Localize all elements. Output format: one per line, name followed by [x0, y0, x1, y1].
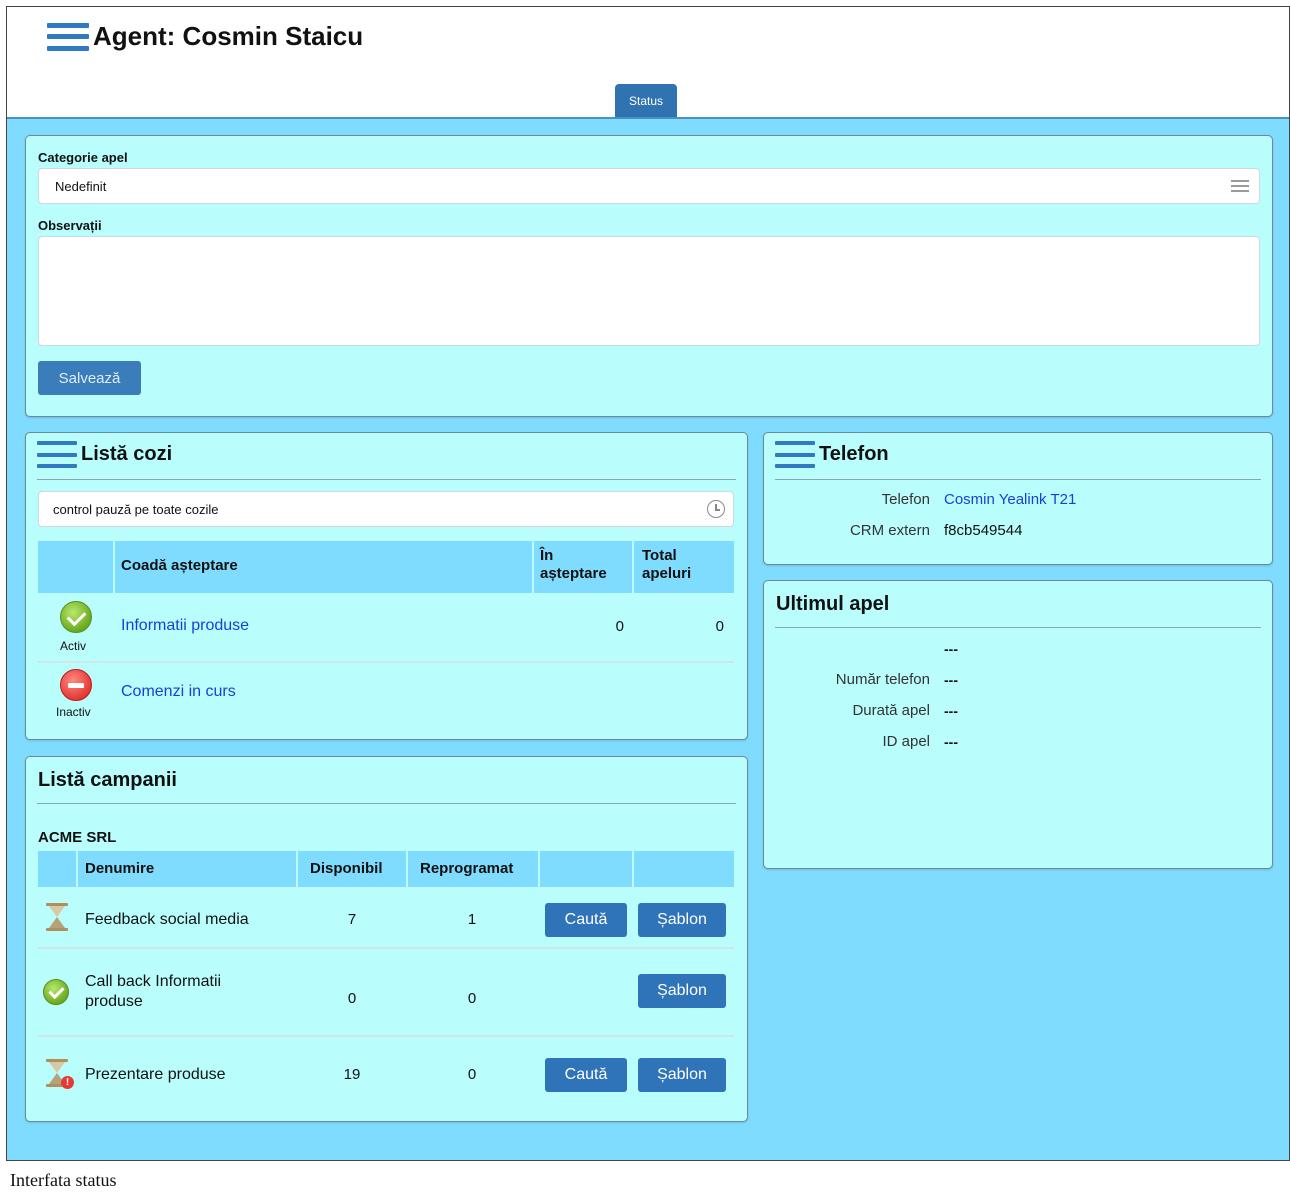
- queue-state: Inactiv: [56, 705, 91, 719]
- campaigns-panel: Listă campanii ACME SRL Denumire Disponi…: [25, 756, 748, 1122]
- category-value: Nedefinit: [55, 179, 107, 194]
- campaign-rescheduled: 0: [467, 990, 477, 1007]
- queue-state: Activ: [60, 639, 87, 653]
- crm-value: f8cb549544: [944, 522, 1023, 539]
- campaign-name: Prezentare produse: [85, 1066, 226, 1083]
- col-total-1: Total: [642, 547, 677, 564]
- col-waiting-2: așteptare: [540, 565, 607, 582]
- queues-title: Listă cozi: [81, 443, 173, 465]
- phone-panel: Telefon Telefon Cosmin Yealink T21 CRM e…: [763, 432, 1273, 565]
- last-call-panel: Ultimul apel --- Număr telefon --- Durat…: [763, 580, 1273, 869]
- queue-link[interactable]: Comenzi in curs: [121, 683, 236, 701]
- save-button[interactable]: Salvează: [38, 361, 141, 395]
- phone-title: Telefon: [819, 443, 889, 465]
- list-icon: [1231, 180, 1249, 192]
- menu-icon[interactable]: [37, 441, 77, 468]
- duration-value: ---: [944, 703, 958, 719]
- col-waiting-1: În: [540, 547, 554, 564]
- notes-textarea[interactable]: [38, 236, 1260, 346]
- campaign-rescheduled: 1: [467, 911, 477, 928]
- check-circle-icon: [43, 979, 69, 1005]
- id-key: ID apel: [882, 733, 930, 750]
- menu-icon[interactable]: [47, 22, 89, 51]
- category-label: Categorie apel: [38, 150, 128, 165]
- page-title: Agent: Cosmin Staicu: [93, 21, 364, 51]
- queue-row: Activ Informatii produse 0 0: [38, 593, 734, 661]
- notes-label: Observații: [38, 218, 102, 233]
- phone-key: Telefon: [881, 491, 930, 508]
- divider: [775, 479, 1261, 480]
- check-circle-icon[interactable]: [60, 601, 92, 633]
- campaign-name-line2: produse: [85, 993, 143, 1010]
- last-call-value: ---: [944, 641, 958, 657]
- campaigns-table-header: Denumire Disponibil Reprogramat: [38, 851, 734, 887]
- campaigns-title: Listă campanii: [38, 769, 177, 791]
- divider: [775, 627, 1261, 628]
- queue-link[interactable]: Informatii produse: [121, 617, 249, 635]
- search-button[interactable]: Caută: [545, 903, 627, 937]
- campaign-rescheduled: 0: [467, 1066, 477, 1083]
- col-queue: Coadă așteptare: [121, 557, 238, 574]
- tab-status[interactable]: Status: [615, 84, 677, 117]
- last-call-title: Ultimul apel: [776, 593, 890, 615]
- crm-key: CRM extern: [849, 522, 930, 539]
- col-name: Denumire: [85, 860, 155, 877]
- campaign-group: ACME SRL: [38, 829, 117, 846]
- number-value: ---: [944, 672, 958, 688]
- search-button[interactable]: Caută: [545, 1058, 627, 1092]
- hourglass-warning-icon: !: [46, 1059, 74, 1089]
- clock-icon[interactable]: [707, 500, 725, 518]
- queue-waiting: 0: [615, 618, 624, 635]
- duration-key: Durată apel: [852, 702, 930, 719]
- campaign-name-line1: Call back Informatii: [85, 973, 222, 990]
- campaign-available: 0: [347, 990, 357, 1007]
- menu-icon[interactable]: [775, 441, 815, 468]
- category-select[interactable]: Nedefinit: [38, 168, 1260, 204]
- col-rescheduled: Reprogramat: [420, 860, 514, 877]
- pause-control-select[interactable]: control pauză pe toate cozile: [38, 491, 734, 527]
- campaign-available: 19: [343, 1066, 361, 1083]
- phone-link[interactable]: Cosmin Yealink T21: [944, 491, 1076, 508]
- call-form-panel: Categorie apel Nedefinit Observații Salv…: [25, 135, 1273, 417]
- campaign-available: 7: [347, 911, 357, 928]
- campaign-row: Call back Informatii produse 0 0 Șablon: [38, 949, 734, 1035]
- app-frame: Agent: Cosmin Staicu Status Categorie ap…: [6, 6, 1290, 1161]
- queue-row: Inactiv Comenzi in curs: [38, 663, 734, 731]
- main-content: Categorie apel Nedefinit Observații Salv…: [7, 119, 1289, 1160]
- figure-caption: Interfata status: [10, 1170, 117, 1190]
- hourglass-icon: [46, 903, 68, 931]
- pause-control-label: control pauză pe toate cozile: [53, 502, 219, 517]
- queues-table-header: Coadă așteptare În așteptare Total apelu…: [38, 541, 734, 593]
- title-bar: Agent: Cosmin Staicu: [47, 21, 363, 52]
- no-entry-icon[interactable]: [60, 669, 92, 701]
- number-key: Număr telefon: [835, 671, 930, 688]
- queues-panel: Listă cozi control pauză pe toate cozile…: [25, 432, 748, 740]
- queue-total: 0: [715, 618, 724, 635]
- template-button[interactable]: Șablon: [638, 1058, 726, 1092]
- template-button[interactable]: Șablon: [638, 903, 726, 937]
- col-total-2: apeluri: [642, 565, 692, 582]
- template-button[interactable]: Șablon: [638, 974, 726, 1008]
- divider: [37, 803, 736, 804]
- col-available: Disponibil: [310, 860, 383, 877]
- id-value: ---: [944, 734, 958, 750]
- campaign-row: ! Prezentare produse 19 0 Caută Șablon: [38, 1037, 734, 1111]
- campaign-name: Feedback social media: [85, 911, 249, 928]
- divider: [37, 479, 736, 480]
- header: Agent: Cosmin Staicu Status: [7, 7, 1289, 119]
- queues-header: Listă cozi: [37, 441, 172, 468]
- phone-header: Telefon: [775, 441, 889, 468]
